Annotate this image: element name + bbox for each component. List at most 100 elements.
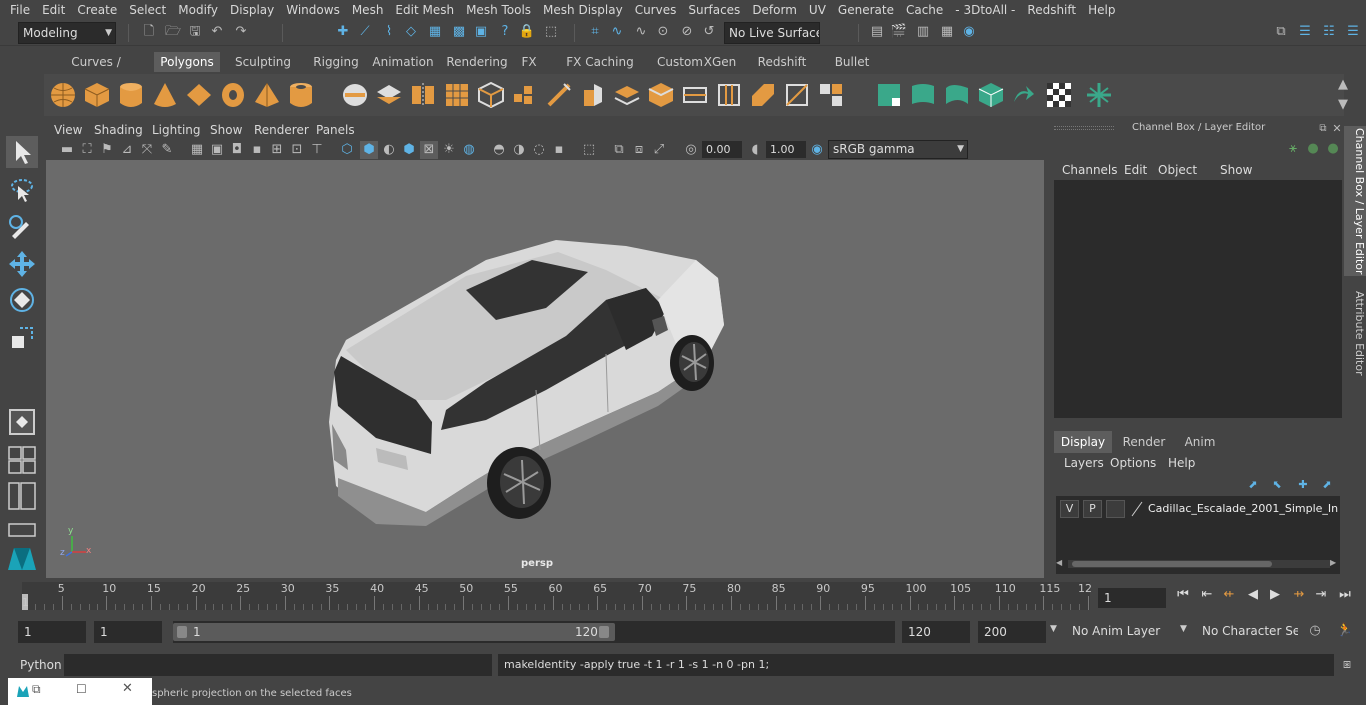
viewport-menu-renderer[interactable]: Renderer [254,120,309,140]
scroll-up-icon[interactable]: ▲ [1334,76,1352,94]
ipr-render-icon[interactable]: ▥ [914,23,932,41]
step-forward-key-icon[interactable]: ⇥ [1312,586,1330,604]
select-tool-icon[interactable]: ⬚ [542,23,560,41]
uv-snapshot-icon[interactable] [1084,80,1114,110]
layer-row[interactable]: V P Cadillac_Escalade_2001_Simple_Interi [1056,500,1340,518]
shelf-tab-fx[interactable]: FX [514,52,544,72]
snap-magnet-icon[interactable]: ↺ [700,23,718,41]
snap-to-grid-icon[interactable]: ⌗ [586,23,604,41]
bookmark-icon[interactable]: ⚑ [98,141,116,159]
append-polygon-icon[interactable] [680,80,710,110]
snap-to-view-icon[interactable]: ⊙ [654,23,672,41]
extrude-icon[interactable] [578,80,608,110]
layer-color-icon[interactable] [1130,500,1144,518]
channel-box-toggle-icon[interactable]: ☰ [1344,23,1362,41]
step-back-frame-icon[interactable]: ⇷ [1220,586,1238,604]
playback-start-field[interactable]: 1 [94,621,162,643]
restore-icon[interactable]: ⧉ [32,682,41,697]
select-camera-icon[interactable]: ▬ [58,141,76,159]
layer-list-scrollbar[interactable] [1068,560,1330,568]
xray-icon[interactable]: ◍ [460,141,478,159]
isolate-select-icon[interactable]: ⬚ [580,141,598,159]
snap-to-surface-icon[interactable]: ⊘ [678,23,696,41]
multi-cut-icon[interactable] [544,80,574,110]
render-settings-icon[interactable]: ▦ [938,23,956,41]
menu-mesh[interactable]: Mesh [346,0,390,20]
safe-title-icon[interactable]: ⊤ [308,141,326,159]
close-icon[interactable]: ✕ [122,681,133,696]
character-set-dropdown[interactable]: No Character Set [1198,621,1298,643]
animation-preferences-icon[interactable]: 🏃 [1336,622,1354,640]
2d-pan-zoom-icon[interactable]: ⤧ [138,141,156,159]
image-plane-icon[interactable]: ⊿ [118,141,136,159]
channel-box-menu-show[interactable]: Show [1220,163,1252,177]
scroll-right-icon[interactable]: ▶ [1330,558,1336,567]
resolution-gate-icon[interactable]: ◘ [228,141,246,159]
hypershade-icon[interactable]: ◉ [960,23,978,41]
tab-attribute-editor[interactable]: Attribute Editor [1344,288,1366,378]
camera-attributes-icon[interactable]: ⛶ [78,141,96,159]
uv-layout-icon[interactable] [942,80,972,110]
end-frame-field[interactable]: 200 [978,621,1046,643]
scrollbar-thumb[interactable] [1072,561,1272,567]
layer-visibility-toggle[interactable]: V [1060,500,1079,518]
gamma-icon[interactable]: ◖ [746,141,764,159]
smooth-shade-icon[interactable]: ⬢ [360,141,378,159]
new-layer-selected-icon[interactable]: ⬈ [1318,476,1336,494]
viewport-menu-shading[interactable]: Shading [94,120,143,140]
shelf-tab-animation[interactable]: Animation [368,52,438,72]
shelf-tab-sculpting[interactable]: Sculpting [224,52,302,72]
shelf-tab-rendering[interactable]: Rendering [444,52,510,72]
wireframe-icon[interactable]: ⬡ [338,141,356,159]
uv-sew-icon[interactable] [1010,80,1040,110]
undo-icon[interactable]: ↶ [208,23,226,41]
shelf-tab-curves-surfaces[interactable]: Curves / Surfaces [44,52,148,89]
layer-name[interactable]: Cadillac_Escalade_2001_Simple_Interi [1148,500,1338,518]
layer-tab-anim[interactable]: Anim [1174,431,1226,453]
exposure-icon[interactable]: ◎ [682,141,700,159]
manipulator-icon[interactable]: ⚹ [1284,140,1302,158]
menu-3dtoall[interactable]: - 3DtoAll - [949,0,1021,20]
shadows-icon[interactable]: ☀ [440,141,458,159]
outliner-layout-icon[interactable] [6,480,38,512]
menu-help[interactable]: Help [1082,0,1121,20]
auto-key-icon[interactable]: ◷ [1306,622,1324,640]
depth-of-field-icon[interactable]: ▪ [550,141,568,159]
planar-mapping-icon[interactable] [782,80,812,110]
menu-edit-mesh[interactable]: Edit Mesh [389,0,460,20]
remesh-icon[interactable] [510,80,540,110]
shelf-tab-fx-caching[interactable]: FX Caching [554,52,646,72]
viewport-menu-panels[interactable]: Panels [316,120,355,140]
anti-aliasing-icon[interactable]: ◌ [530,141,548,159]
layer-playback-toggle[interactable]: P [1083,500,1102,518]
bevel-icon[interactable] [646,80,676,110]
grease-pencil-icon[interactable]: ✎ [158,141,176,159]
chevron-down-icon[interactable]: ▼ [1050,624,1057,634]
panel-grip[interactable] [1054,126,1114,130]
poly-pyramid-icon[interactable] [252,80,282,110]
snap-icon[interactable]: ◇ [402,23,420,41]
menu-windows[interactable]: Windows [280,0,346,20]
menu-redshift[interactable]: Redshift [1021,0,1082,20]
maximize-icon[interactable]: ☐ [76,682,87,696]
menu-generate[interactable]: Generate [832,0,900,20]
channel-box-menu-channels[interactable]: Channels [1062,163,1118,177]
poly-cone-icon[interactable] [150,80,180,110]
menu-edit[interactable]: Edit [36,0,71,20]
wireframe-on-shaded-icon[interactable]: ◐ [380,141,398,159]
menu-file[interactable]: File [4,0,36,20]
script-language-toggle[interactable]: Python [20,656,62,674]
menu-surfaces[interactable]: Surfaces [682,0,746,20]
time-slider[interactable]: 5 10 15 20 25 30 35 40 45 50 55 60 65 70 75 80 85 90 95 100… [18,580,1092,612]
menu-deform[interactable]: Deform [746,0,803,20]
go-to-end-icon[interactable]: ⏭ [1336,586,1354,604]
uv-unfold-icon[interactable] [908,80,938,110]
motion-blur-icon[interactable]: ◑ [510,141,528,159]
channel-box-menu-edit[interactable]: Edit [1124,163,1147,177]
bridge-icon[interactable] [612,80,642,110]
snap-to-curve-icon[interactable]: ∿ [608,23,626,41]
layer-menu-options[interactable]: Options [1110,456,1156,470]
lights-icon[interactable]: ⊠ [420,141,438,159]
shelf-tab-polygons[interactable]: Polygons [154,52,220,72]
shelf-tab-xgen[interactable]: XGen [698,52,742,72]
